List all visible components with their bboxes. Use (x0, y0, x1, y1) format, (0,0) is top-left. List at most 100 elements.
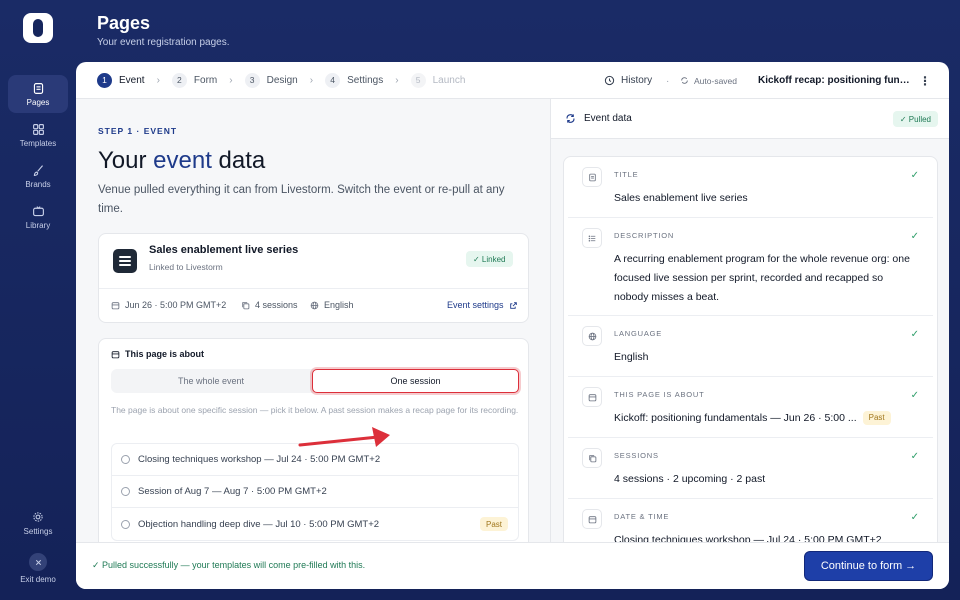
brush-icon (33, 164, 43, 176)
event-sessions-text: 4 sessions (255, 300, 298, 310)
step-event[interactable]: 1 Event (97, 72, 145, 88)
step-label: Form (193, 74, 218, 86)
field-label: THIS PAGE IS ABOUT (614, 390, 705, 399)
exit-demo-label: Exit demo (20, 575, 56, 584)
sidebar-item-brands[interactable]: Brands (8, 157, 68, 195)
more-menu-icon[interactable]: ⋮ (919, 62, 931, 99)
gear-icon (33, 512, 43, 522)
event-step-pane: STEP 1 · EVENT Your event data Venue pul… (76, 99, 550, 542)
history-label: History (621, 75, 653, 86)
field-label: LANGUAGE (614, 329, 663, 338)
step-description: Venue pulled everything it can from Live… (98, 184, 505, 215)
chevron-right-icon: › (395, 74, 399, 86)
step-number: 1 (97, 72, 112, 88)
calendar-icon (111, 301, 120, 309)
chevron-right-icon: › (229, 74, 233, 86)
step-number: 4 (325, 72, 341, 88)
check-icon: ✓ (910, 231, 919, 242)
event-data-header: Event data ✓ Pulled (551, 99, 949, 139)
page-about-card: This page is about The whole event One s… (98, 338, 529, 542)
field-page-about: THIS PAGE IS ABOUT ✓ Kickoff: positionin… (568, 377, 933, 438)
success-message: ✓ Pulled successfully — your templates w… (92, 560, 366, 570)
event-settings-label: Event settings (447, 300, 504, 310)
sidebar-item-library[interactable]: Library (8, 198, 68, 236)
check-icon: ✓ (910, 170, 919, 181)
autosaved-label: Auto-saved (694, 75, 737, 86)
grid-icon (32, 123, 44, 135)
sidebar-item-label: Pages (26, 97, 50, 107)
sidebar-item-label: Library (25, 220, 51, 230)
tv-icon (32, 205, 44, 216)
option-whole-event[interactable]: The whole event (111, 369, 311, 393)
radio-button[interactable] (121, 455, 130, 464)
document-title[interactable]: Kickoff recap: positioning fundamentals (758, 62, 918, 99)
step-form[interactable]: 2 Form (171, 72, 218, 88)
clock-icon (604, 75, 615, 86)
doc-icon (582, 167, 602, 187)
radio-button[interactable] (121, 519, 130, 529)
calendar-icon (111, 350, 120, 358)
refresh-icon[interactable] (565, 113, 576, 124)
sidebar-item-pages[interactable]: Pages (8, 75, 68, 113)
heading-text: data (211, 147, 266, 174)
session-option[interactable]: Session of Aug 7 — Aug 7 · 5:00 PM GMT+2 (112, 476, 518, 508)
livestorm-logo-icon (113, 249, 137, 273)
past-badge: Past (479, 517, 508, 531)
about-help-text: The page is about one specific session —… (111, 405, 519, 415)
sidebar-item-templates[interactable]: Templates (8, 116, 68, 154)
session-option[interactable]: Objection handling deep dive — Jul 10 · … (112, 508, 518, 540)
sidebar-settings-label: Settings (23, 527, 53, 536)
document-title-text: Kickoff recap: positioning fundamentals (758, 75, 913, 86)
stepper-bar: 1 Event › 2 Form › 3 Design › 4 Settings… (76, 62, 949, 99)
field-value: English (614, 351, 649, 363)
step-launch: 5 Launch (410, 72, 466, 88)
session-label: Objection handling deep dive — Jul 10 · … (138, 518, 380, 530)
app-logo[interactable] (23, 13, 53, 43)
field-label: SESSIONS (614, 451, 659, 460)
event-date-text: Jun 26 · 5:00 PM GMT+2 (125, 300, 227, 310)
step-design[interactable]: 3 Design (244, 72, 298, 88)
step-label: Settings (347, 74, 384, 86)
event-date: Jun 26 · 5:00 PM GMT+2 (111, 294, 226, 316)
about-title: This page is about (111, 349, 204, 359)
field-value: 4 sessions · 2 upcoming · 2 past (614, 473, 766, 485)
step-label: Event (119, 74, 145, 86)
option-one-session[interactable]: One session (312, 369, 519, 393)
list-icon (582, 228, 602, 248)
globe-icon (310, 301, 319, 309)
page-title: Pages (97, 13, 151, 33)
step-number: 5 (410, 72, 426, 88)
about-title-text: This page is about (125, 349, 205, 359)
field-value: Sales enablement live series (614, 192, 748, 204)
event-settings-link[interactable]: Event settings (447, 294, 518, 316)
continue-button[interactable]: Continue to form → (804, 551, 933, 581)
step-label: Design (266, 74, 298, 86)
divider (99, 288, 528, 289)
exit-demo-button[interactable]: Exit demo (8, 553, 68, 584)
field-label: TITLE (614, 170, 639, 179)
heading-accent: event (153, 147, 212, 174)
field-title: TITLE ✓ Sales enablement live series (568, 157, 933, 218)
sidebar-item-label: Templates (19, 138, 57, 148)
past-badge: Past (862, 411, 891, 425)
footer-bar: ✓ Pulled successfully — your templates w… (76, 542, 949, 589)
event-subtitle: Linked to Livestorm (149, 262, 223, 272)
history-button[interactable]: History (604, 62, 652, 99)
globe-icon (582, 326, 602, 346)
session-label: Session of Aug 7 — Aug 7 · 5:00 PM GMT+2 (138, 486, 327, 497)
sidebar-item-settings[interactable]: Settings (8, 511, 68, 536)
radio-button[interactable] (121, 487, 130, 496)
session-option[interactable]: Closing techniques workshop — Jul 24 · 5… (112, 444, 518, 476)
step-eyebrow: STEP 1 · EVENT (98, 126, 178, 136)
editor-card: 1 Event › 2 Form › 3 Design › 4 Settings… (76, 62, 949, 589)
linked-badge: ✓ Linked (466, 251, 513, 267)
check-icon: ✓ (910, 390, 919, 401)
check-icon: ✓ (910, 451, 919, 462)
calendar-icon (582, 387, 602, 407)
field-value: Kickoff: positioning fundamentals — Jun … (614, 409, 914, 428)
step-settings[interactable]: 4 Settings (325, 72, 384, 88)
linked-event-card: Sales enablement live series Linked to L… (98, 233, 529, 323)
chevron-right-icon: › (309, 74, 314, 86)
step-label: Launch (432, 74, 466, 86)
autosave-status: Auto-saved (680, 62, 737, 99)
